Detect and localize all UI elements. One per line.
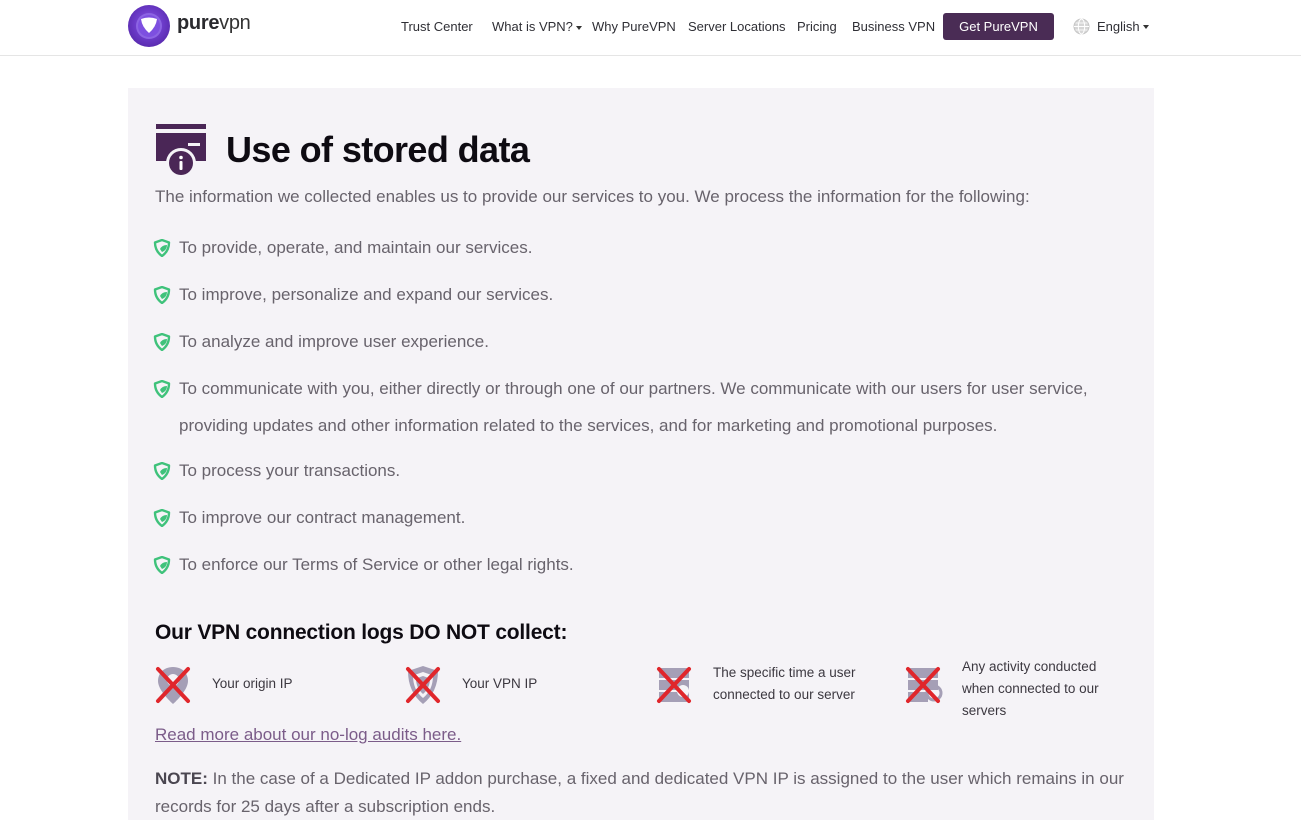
list-item: To analyze and improve user experience. xyxy=(153,331,489,360)
no-log-item: Your VPN IP xyxy=(405,664,537,708)
no-logs-title: Our VPN connection logs DO NOT collect: xyxy=(155,621,568,644)
list-item-text: To process your transactions. xyxy=(179,461,401,480)
list-item: To process your transactions. xyxy=(153,460,400,489)
server-search-crossed-icon xyxy=(905,664,943,708)
language-selector[interactable]: English xyxy=(1073,18,1149,35)
shield-check-icon xyxy=(153,239,171,257)
list-item: To communicate with you, either directly… xyxy=(153,378,1113,444)
shield-check-icon xyxy=(153,333,171,351)
caret-down-icon xyxy=(575,25,582,30)
location-pin-crossed-icon xyxy=(155,664,193,708)
shield-check-icon xyxy=(153,380,171,398)
shield-check-icon xyxy=(153,556,171,574)
no-log-label: Your origin IP xyxy=(212,676,293,691)
list-item-text: To communicate with you, either directly… xyxy=(179,379,1088,435)
list-item: To enforce our Terms of Service or other… xyxy=(153,554,574,583)
language-label: English xyxy=(1097,19,1140,34)
list-item: To improve, personalize and expand our s… xyxy=(153,284,553,313)
list-item: To improve our contract management. xyxy=(153,507,465,536)
no-log-item: Your origin IP xyxy=(155,664,293,708)
shield-crossed-icon xyxy=(405,664,443,708)
brand-name-light: vpn xyxy=(219,11,251,34)
purevpn-logo-icon xyxy=(128,5,170,47)
nav-what-is-vpn[interactable]: What is VPN? xyxy=(492,19,582,34)
nav-what-is-vpn-label: What is VPN? xyxy=(492,19,573,34)
dedicated-ip-note: NOTE: In the case of a Dedicated IP addo… xyxy=(155,765,1135,820)
stored-data-info-icon xyxy=(156,124,208,185)
note-text: In the case of a Dedicated IP addon purc… xyxy=(155,769,1124,816)
no-log-label: The specific time a user connected to ou… xyxy=(713,665,856,702)
nav-why-purevpn[interactable]: Why PureVPN xyxy=(592,19,676,34)
note-label: NOTE: xyxy=(155,769,208,788)
site-header: purevpn Trust Center What is VPN? Why Pu… xyxy=(0,0,1301,56)
nav-business-vpn[interactable]: Business VPN xyxy=(852,19,935,34)
server-clock-crossed-icon xyxy=(656,664,694,708)
intro-text: The information we collected enables us … xyxy=(155,187,1030,206)
brand-name-bold: pure xyxy=(177,11,220,34)
no-log-label: Any activity conducted when connected to… xyxy=(962,659,1099,718)
no-log-item: Any activity conducted when connected to… xyxy=(905,659,1132,722)
page-title: Use of stored data xyxy=(226,129,530,170)
globe-icon xyxy=(1073,18,1090,35)
nav-server-locations[interactable]: Server Locations xyxy=(688,19,786,34)
get-purevpn-button[interactable]: Get PureVPN xyxy=(943,13,1054,40)
nav-trust-center[interactable]: Trust Center xyxy=(401,19,473,34)
list-item-text: To improve, personalize and expand our s… xyxy=(179,285,554,304)
shield-check-icon xyxy=(153,462,171,480)
purevpn-logo[interactable]: purevpn xyxy=(128,5,251,47)
list-item-text: To analyze and improve user experience. xyxy=(179,332,489,351)
caret-down-icon xyxy=(1142,24,1149,29)
list-item: To provide, operate, and maintain our se… xyxy=(153,237,532,266)
no-log-label: Your VPN IP xyxy=(462,676,538,691)
nav-pricing[interactable]: Pricing xyxy=(797,19,837,34)
shield-check-icon xyxy=(153,509,171,527)
brand-name: purevpn xyxy=(177,12,251,35)
list-item-text: To enforce our Terms of Service or other… xyxy=(179,555,574,574)
no-log-audits-link[interactable]: Read more about our no-log audits here. xyxy=(155,725,461,745)
list-item-text: To improve our contract management. xyxy=(179,508,466,527)
list-item-text: To provide, operate, and maintain our se… xyxy=(179,238,533,257)
no-log-item: The specific time a user connected to ou… xyxy=(656,664,883,708)
shield-check-icon xyxy=(153,286,171,304)
